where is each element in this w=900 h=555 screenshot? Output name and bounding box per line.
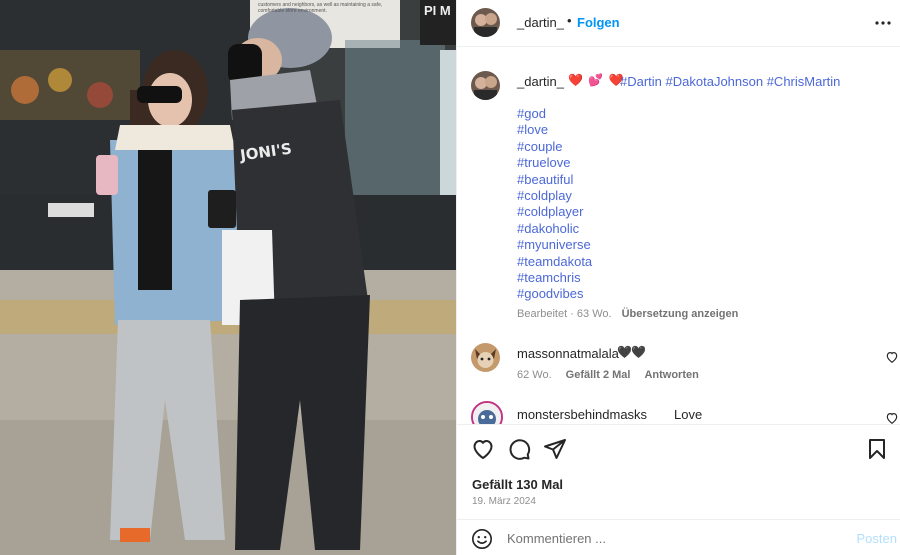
comment-icon[interactable] xyxy=(507,437,531,461)
caption-emojis: ❤️ 💕 ❤️ xyxy=(568,73,625,87)
comments-list[interactable]: _dartin_ ❤️ 💕 ❤️ #Dartin #DakotaJohnson … xyxy=(457,47,900,424)
bookmark-icon[interactable] xyxy=(865,437,889,461)
post-sidebar: _dartin_ • Folgen _dartin_ ❤️ 💕 ❤️ #Dart… xyxy=(456,0,900,555)
hashtag-link[interactable]: #couple xyxy=(517,139,592,155)
caption-inline-hashtags[interactable]: #Dartin #DakotaJohnson #ChrisMartin xyxy=(620,74,840,89)
hashtag-link[interactable]: #coldplayer xyxy=(517,204,592,220)
comment-like-heart-icon[interactable] xyxy=(885,411,899,424)
comment-username[interactable]: massonnatmalala xyxy=(517,346,619,361)
emoji-icon[interactable] xyxy=(471,528,493,550)
hashtag-link[interactable]: #coldplay xyxy=(517,188,592,204)
comment-text: Love xyxy=(674,407,703,422)
hashtag-link[interactable]: #beautiful xyxy=(517,172,592,188)
commenter-avatar[interactable] xyxy=(471,343,500,372)
comment-age: 62 Wo. xyxy=(517,369,552,381)
post-date[interactable]: 19. März 2024 xyxy=(472,496,536,507)
heart-icon[interactable] xyxy=(471,437,495,461)
follow-button[interactable]: Folgen xyxy=(577,15,620,30)
comment-like-heart-icon[interactable] xyxy=(885,350,899,364)
hashtag-link[interactable]: #teamdakota xyxy=(517,254,592,270)
commenter-avatar[interactable] xyxy=(471,401,503,424)
author-avatar[interactable] xyxy=(471,8,500,37)
comment-reply-button[interactable]: Antworten xyxy=(644,369,698,381)
post-photo[interactable]: customers and neighbors, as well as main… xyxy=(0,0,456,555)
post-actions: Gefällt 130 Mal 19. März 2024 xyxy=(457,424,900,519)
post-header: _dartin_ • Folgen xyxy=(457,0,900,47)
post-photo-image xyxy=(0,0,456,555)
hashtag-list: #god #love #couple #truelove #beautiful … xyxy=(517,106,592,303)
post-comment-button[interactable]: Posten xyxy=(857,531,897,546)
separator-dot: • xyxy=(567,13,572,28)
hashtag-link[interactable]: #god xyxy=(517,106,592,122)
caption-username[interactable]: _dartin_ xyxy=(517,74,564,89)
comment-meta: 62 Wo. Gefällt 2 Mal Antworten xyxy=(517,369,713,381)
caption-author-avatar[interactable] xyxy=(471,71,500,100)
photo-sign-text: customers and neighbors, as well as main… xyxy=(258,2,383,14)
author-username[interactable]: _dartin_ xyxy=(517,15,564,30)
hashtag-link[interactable]: #myuniverse xyxy=(517,237,592,253)
comment-likes[interactable]: Gefällt 2 Mal xyxy=(566,369,631,381)
caption-meta: Bearbeitet · 63 Wo. Übersetzung anzeigen xyxy=(517,308,738,320)
photo-store-sign: PI M xyxy=(424,3,451,18)
comment-input[interactable] xyxy=(507,526,837,550)
comment-username[interactable]: monstersbehindmasks xyxy=(517,407,647,422)
likes-count[interactable]: Gefällt 130 Mal xyxy=(472,477,563,492)
hashtag-link[interactable]: #goodvibes xyxy=(517,286,592,302)
caption-edited-age: Bearbeitet · 63 Wo. xyxy=(517,308,612,320)
instagram-post-modal: customers and neighbors, as well as main… xyxy=(0,0,900,555)
hashtag-link[interactable]: #dakoholic xyxy=(517,221,592,237)
hashtag-link[interactable]: #love xyxy=(517,122,592,138)
hashtag-link[interactable]: #truelove xyxy=(517,155,592,171)
more-options-icon[interactable] xyxy=(871,11,895,35)
share-icon[interactable] xyxy=(543,437,567,461)
comment-composer: Posten xyxy=(457,519,900,555)
comment-text: 🖤🖤 xyxy=(617,345,646,359)
hashtag-link[interactable]: #teamchris xyxy=(517,270,592,286)
translate-button[interactable]: Übersetzung anzeigen xyxy=(622,308,739,320)
